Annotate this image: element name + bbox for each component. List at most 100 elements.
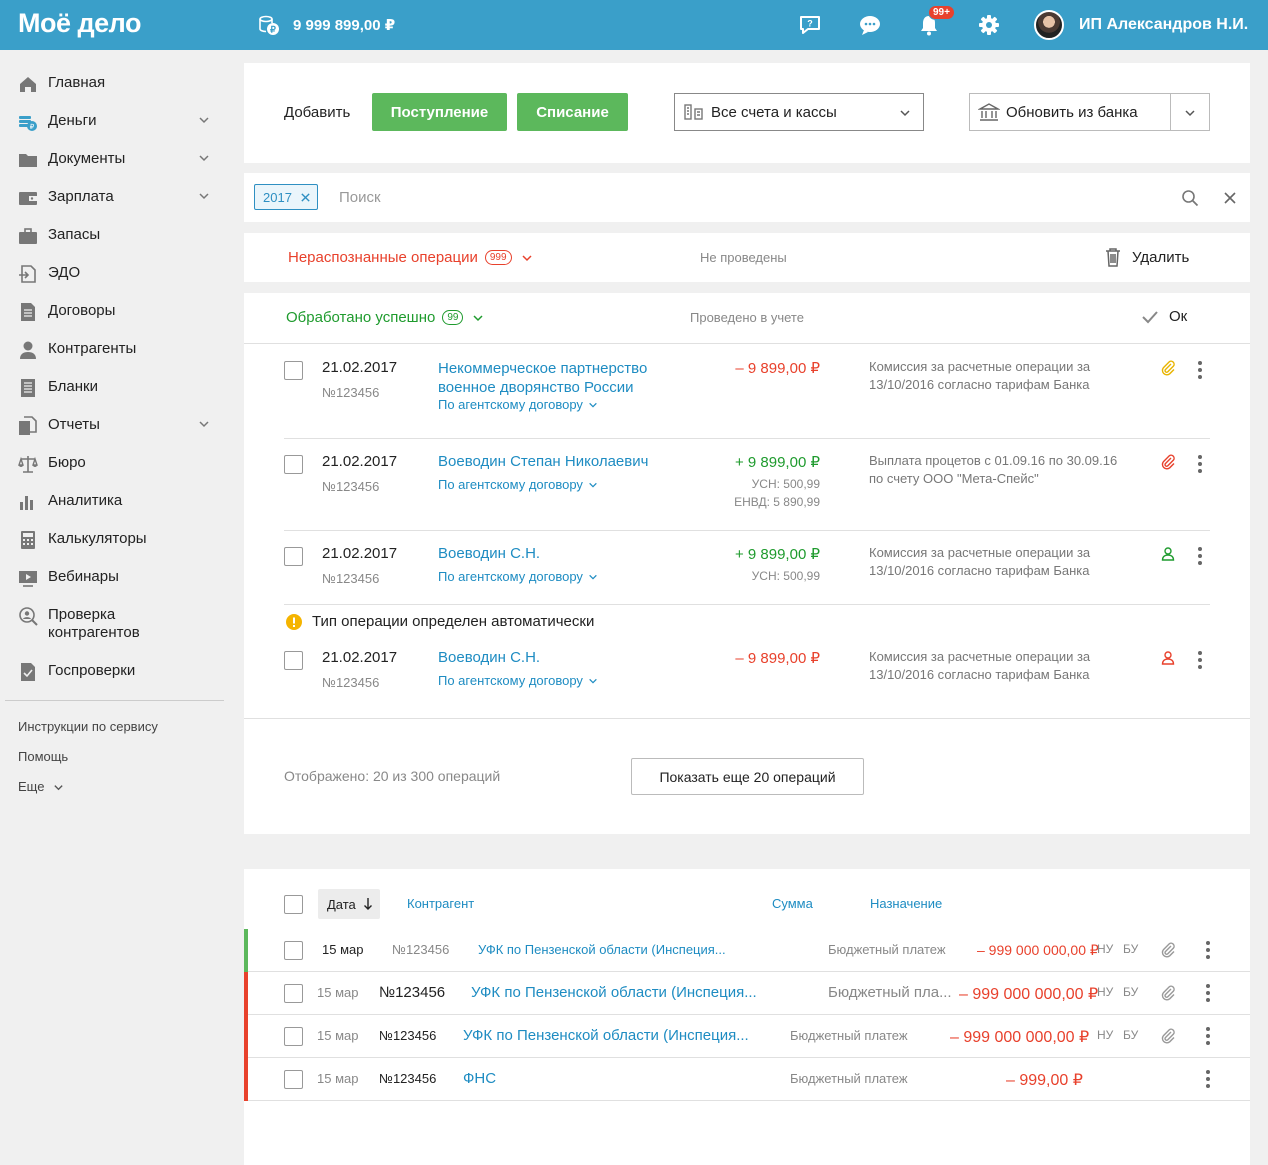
processed-toggle[interactable]: Обработано успешно 99 (286, 309, 484, 326)
delete-button[interactable]: Удалить (1104, 247, 1189, 267)
chevron-down-icon (473, 314, 483, 321)
sidebar-item-scales[interactable]: Бюро (18, 454, 218, 474)
sidebar-item-video[interactable]: Вебинары (18, 568, 218, 588)
chat-icon[interactable] (857, 12, 883, 38)
contract-dropdown[interactable]: По агентскому договору (438, 397, 598, 412)
sidebar-item-calculator[interactable]: Калькуляторы (18, 530, 218, 550)
amount-column-header[interactable]: Сумма (772, 896, 813, 911)
accounts-select[interactable]: Все счета и кассы (674, 93, 924, 131)
sidebar-item-forms[interactable]: Бланки (18, 378, 218, 398)
paperclip-icon[interactable] (1160, 985, 1176, 1004)
help-link[interactable]: Помощь (18, 749, 68, 764)
row-checkbox[interactable] (284, 1027, 303, 1046)
search-icon[interactable] (1181, 189, 1199, 207)
book-accounting-badge[interactable]: БУ (1123, 942, 1138, 956)
sidebar-item-folder[interactable]: Документы (18, 150, 218, 170)
more-options-icon[interactable] (1198, 651, 1202, 672)
select-all-checkbox[interactable] (284, 895, 303, 914)
operation-checkbox[interactable] (284, 547, 303, 566)
table-row[interactable]: 15 мар №123456 УФК по Пензенской области (… (244, 1015, 1250, 1058)
more-options-icon[interactable] (1198, 455, 1202, 476)
close-icon[interactable] (300, 192, 311, 203)
more-options-icon[interactable] (1206, 941, 1210, 962)
person-icon[interactable] (1160, 546, 1176, 565)
tax-accounting-badge[interactable]: НУ (1097, 942, 1113, 956)
search-input[interactable]: Поиск (339, 189, 381, 206)
user-avatar[interactable] (1034, 10, 1064, 40)
operation-counterparty[interactable]: Воеводин Степан Николаевич (438, 453, 648, 470)
paperclip-icon[interactable] (1160, 942, 1176, 961)
contract-dropdown[interactable]: По агентскому договору (438, 673, 598, 688)
paperclip-icon[interactable] (1160, 454, 1176, 473)
divider (244, 343, 1250, 344)
more-options-icon[interactable] (1198, 547, 1202, 568)
counterparty-column-header[interactable]: Контрагент (407, 896, 474, 911)
sidebar-item-wallet[interactable]: Зарплата (18, 188, 218, 208)
purpose-column-header[interactable]: Назначение (870, 896, 942, 911)
row-counterparty[interactable]: УФК по Пензенской области (Инспеция... (478, 942, 726, 957)
sidebar-item-analytics[interactable]: Аналитика (18, 492, 218, 512)
table-row[interactable]: 15 мар №123456 УФК по Пензенской области (… (244, 929, 1250, 972)
refresh-from-bank-button[interactable]: Обновить из банка (969, 93, 1210, 131)
row-counterparty[interactable]: УФК по Пензенской области (Инспеция... (463, 1027, 749, 1044)
clear-search-icon[interactable] (1223, 191, 1237, 205)
person-icon[interactable] (1160, 650, 1176, 669)
more-options-icon[interactable] (1198, 361, 1202, 382)
more-options-icon[interactable] (1206, 984, 1210, 1005)
logo[interactable]: Моё дело (18, 8, 141, 39)
operation-counterparty[interactable]: Воеводин С.Н. (438, 545, 540, 562)
expense-button[interactable]: Списание (517, 93, 628, 131)
paperclip-icon[interactable] (1160, 360, 1176, 379)
income-button[interactable]: Поступление (372, 93, 507, 131)
check-icon (1142, 310, 1158, 323)
chevron-down-icon[interactable] (1184, 107, 1196, 119)
contract-dropdown[interactable]: По агентскому договору (438, 569, 598, 584)
more-link[interactable]: Еще (18, 779, 64, 794)
instructions-link[interactable]: Инструкции по сервису (18, 719, 158, 734)
row-checkbox[interactable] (284, 1070, 303, 1089)
row-purpose: Бюджетный пла... (828, 984, 952, 1001)
book-accounting-badge[interactable]: БУ (1123, 985, 1138, 999)
help-chat-icon[interactable]: ? (797, 12, 823, 38)
row-checkbox[interactable] (284, 984, 303, 1003)
refresh-from-bank-label: Обновить из банка (1006, 103, 1138, 121)
operation-checkbox[interactable] (284, 651, 303, 670)
sidebar-item-briefcase[interactable]: Запасы (18, 226, 218, 246)
row-checkbox[interactable] (284, 941, 303, 960)
user-name[interactable]: ИП Александров Н.И. (1079, 16, 1248, 34)
tax-accounting-badge[interactable]: НУ (1097, 985, 1113, 999)
table-row[interactable]: 15 мар №123456 УФК по Пензенской области (… (244, 972, 1250, 1015)
filter-tag[interactable]: 2017 (254, 184, 318, 210)
sidebar-item-reports[interactable]: Отчеты (18, 416, 218, 436)
contract-dropdown[interactable]: По агентскому договору (438, 477, 598, 492)
more-options-icon[interactable] (1206, 1070, 1210, 1091)
sidebar-item-money[interactable]: ₽ Деньги (18, 112, 218, 132)
sidebar-item-inspection[interactable]: Госпроверки (18, 662, 218, 682)
operation-date: 21.02.2017 (322, 649, 398, 666)
table-row[interactable]: 15 мар №123456 ФНС Бюджетный платеж – 999,00… (244, 1058, 1250, 1101)
sidebar: Главная ₽ Деньги Документы Зарплата Запасы ЭДО… (0, 50, 232, 1165)
sidebar-item-edo[interactable]: ЭДО (18, 264, 218, 284)
sort-date-header[interactable]: Дата (318, 889, 380, 919)
operation-counterparty[interactable]: Воеводин С.Н. (438, 649, 540, 666)
row-counterparty[interactable]: ФНС (463, 1070, 496, 1087)
sidebar-item-label: ЭДО (48, 264, 81, 281)
operation-amount: + 9 899,00 ₽ (734, 454, 820, 471)
sidebar-item-person[interactable]: Контрагенты (18, 340, 218, 360)
gear-icon[interactable] (976, 12, 1002, 38)
show-more-button[interactable]: Показать еще 20 операций (631, 758, 864, 795)
paperclip-icon[interactable] (1160, 1028, 1176, 1047)
operation-checkbox[interactable] (284, 455, 303, 474)
chevron-down-icon (900, 110, 910, 117)
sidebar-item-search-person[interactable]: Проверка контрагентов (18, 606, 218, 642)
operation-counterparty[interactable]: Некоммерческое партнерство военное дворя… (438, 359, 678, 397)
tax-accounting-badge[interactable]: НУ (1097, 1028, 1113, 1042)
book-accounting-badge[interactable]: БУ (1123, 1028, 1138, 1042)
sidebar-item-home[interactable]: Главная (18, 74, 218, 94)
unrecognized-toggle[interactable]: Нераспознанные операции 999 (288, 249, 533, 266)
sidebar-item-document[interactable]: Договоры (18, 302, 218, 322)
row-counterparty[interactable]: УФК по Пензенской области (Инспеция... (471, 984, 757, 1001)
more-options-icon[interactable] (1206, 1027, 1210, 1048)
ok-button[interactable]: Ок (1141, 308, 1187, 325)
operation-checkbox[interactable] (284, 361, 303, 380)
